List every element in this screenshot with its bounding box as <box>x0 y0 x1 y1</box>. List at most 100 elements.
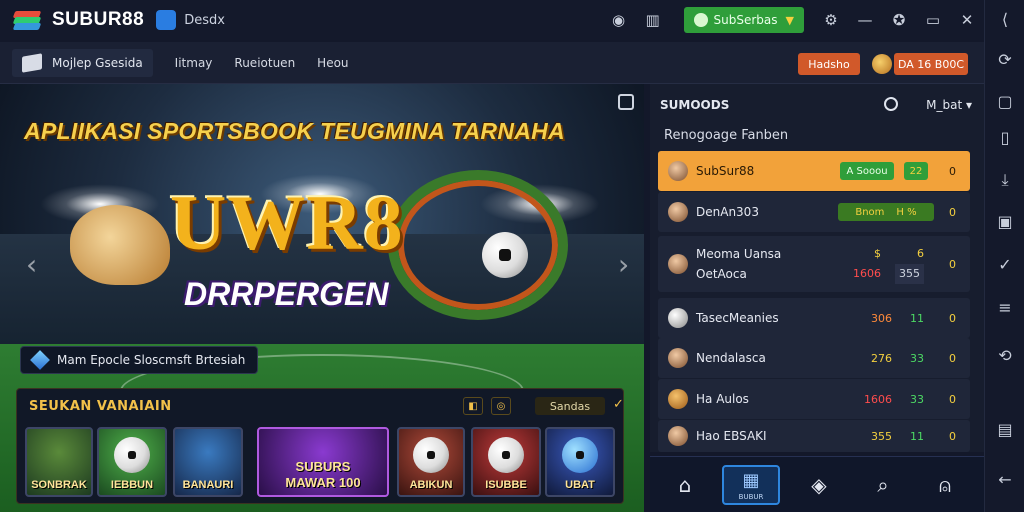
row-chip: A Sooou <box>840 162 894 180</box>
game-card[interactable]: ABIKUN <box>397 427 465 497</box>
list-item[interactable]: Hao EBSAKI 355 11 0 <box>658 420 970 452</box>
row-value-b: 33 <box>910 392 924 406</box>
list-icon[interactable]: ≡ <box>985 298 1024 317</box>
game-card-label: IEBBUN <box>110 479 154 491</box>
row-value: 0 <box>949 164 956 178</box>
message-icon[interactable]: ▤ <box>985 420 1024 439</box>
list-item[interactable]: SubSur88 A Sooou 22 0 <box>658 151 970 191</box>
row-value-a: 355 <box>871 429 892 443</box>
screen-rotate-icon[interactable]: ⟳ <box>985 50 1024 69</box>
row-value: 0 <box>949 429 956 443</box>
nav-home-label: Mojlep Gsesida <box>52 55 143 70</box>
soccer-ball-icon <box>482 232 528 278</box>
row-value-b: 11 <box>910 429 924 443</box>
list-item[interactable]: Ha Aulos 1606 33 0 <box>658 379 970 419</box>
shield-icon <box>693 13 708 27</box>
sync-icon[interactable]: ⟲ <box>985 346 1024 365</box>
soccer-ball-icon <box>114 437 150 473</box>
row-names: Meoma Uansa OetAoca <box>696 247 782 281</box>
collapse-icon[interactable]: ⟨ <box>985 10 1024 29</box>
panel-title: SUMOODS <box>660 98 730 112</box>
check-icon[interactable]: ✓ <box>985 255 1024 274</box>
row-chip: Bnom <box>855 206 885 218</box>
avatar <box>668 254 688 274</box>
store-icon: ▦ <box>742 469 760 491</box>
avatar <box>668 161 688 181</box>
emulator-sidebar: ⟨ ⟳ ▢ ▯ ⤓ ▣ ✓ ≡ ⟲ ▤ ← <box>984 0 1024 512</box>
maximize-icon[interactable]: ▭ <box>916 0 950 40</box>
login-button[interactable]: Hadsho <box>798 53 860 75</box>
search-icon[interactable] <box>884 97 898 111</box>
nav-link-3[interactable]: Heou <box>317 56 348 70</box>
promo-pill-label: Mam Epocle Sloscmsft Brtesiah <box>57 353 246 367</box>
game-card-label: UBAT <box>565 479 595 491</box>
list-item[interactable]: DenAn303 Bnom H % 0 <box>658 192 970 232</box>
list-item[interactable]: TasecMeanies 306 11 0 <box>658 298 970 338</box>
row-name: SubSur88 <box>696 164 755 178</box>
search-icon[interactable]: ⌕ <box>854 465 912 505</box>
fullscreen-icon[interactable] <box>618 94 634 110</box>
balance-button[interactable]: DA 16 B00C <box>894 53 968 75</box>
vip-button[interactable]: SubSerbas ▼ <box>683 7 804 33</box>
home-icon[interactable]: ⌂ <box>656 465 714 505</box>
row-chip-group: Bnom H % <box>838 203 934 221</box>
game-card-label: SONBRAK <box>31 479 87 491</box>
panel-select[interactable]: M_bat ▾ <box>926 98 972 112</box>
tab-desdx[interactable]: Desdx <box>156 10 225 30</box>
title-bar: SUBUR88 Desdx ◉ ▥ SubSerbas ▼ ⚙ — ✪ ▭ ✕ <box>0 0 984 40</box>
row-value: 0 <box>949 392 956 406</box>
tab-label: Desdx <box>184 12 225 28</box>
avatar <box>668 348 688 368</box>
game-card[interactable]: SONBRAK <box>25 427 93 497</box>
row-value-b: 11 <box>910 311 924 325</box>
games-filter[interactable]: Sandas <box>535 397 605 415</box>
logo-ring <box>388 170 568 320</box>
list-item[interactable]: Nendalasca 276 33 0 <box>658 338 970 378</box>
record-screen-icon[interactable]: ▣ <box>985 212 1024 231</box>
minimize-icon[interactable]: — <box>848 0 882 40</box>
game-card[interactable]: BANAURI <box>173 427 243 497</box>
row-chip-2: 22 <box>904 162 928 180</box>
game-card-featured[interactable]: SUBURS MAWAR 100 <box>257 427 389 497</box>
stats-icon[interactable]: ▥ <box>636 0 670 40</box>
game-card-label: SUBURS MAWAR 100 <box>285 459 361 490</box>
game-card[interactable]: ISUBBE <box>471 427 541 497</box>
row-name: DenAn303 <box>696 205 759 219</box>
pin-icon[interactable]: ✪ <box>882 0 916 40</box>
install-icon[interactable]: ⤓ <box>985 170 1024 190</box>
game-card[interactable]: UBAT <box>545 427 615 497</box>
brand: SUBUR88 <box>12 9 144 31</box>
row-name: Nendalasca <box>696 351 766 365</box>
grid-icon[interactable]: ◎ <box>491 397 511 415</box>
prev-icon[interactable]: ◧ <box>463 397 483 415</box>
record-icon[interactable]: ◉ <box>602 0 636 40</box>
next-arrow-icon[interactable]: › <box>618 248 629 281</box>
screenshot-icon[interactable]: ▢ <box>985 92 1024 111</box>
prev-arrow-icon[interactable]: ‹ <box>26 248 37 281</box>
settings-icon[interactable]: ⚙ <box>814 0 848 40</box>
list-item[interactable]: Meoma Uansa OetAoca $1606 6 355 0 <box>658 236 970 292</box>
game-card[interactable]: IEBBUN <box>97 427 167 497</box>
nav-link-1[interactable]: Iitmay <box>175 56 213 70</box>
cube-icon[interactable]: ◈ <box>790 465 848 505</box>
panel-subhead: Renogoage Fanben <box>664 128 789 143</box>
panel-header: SUMOODS M_bat ▾ <box>660 90 978 120</box>
row-values-b: 6 355 <box>895 244 924 284</box>
check-icon[interactable]: ✓ <box>613 397 624 412</box>
promo-pill[interactable]: Mam Epocle Sloscmsft Brtesiah <box>20 346 259 374</box>
close-icon[interactable]: ✕ <box>950 0 984 40</box>
games-section: SEUKAN VANAIAIN ◧ ◎ Sandas ✓ SONBRAK IEB… <box>16 388 624 504</box>
row-values-a: $1606 <box>853 247 881 280</box>
banner-logo: UWR8 <box>170 179 404 266</box>
game-card-label: ABIKUN <box>409 479 453 491</box>
store-tab[interactable]: ▦ BUBUR <box>722 465 780 505</box>
nav-home[interactable]: Mojlep Gsesida <box>12 48 153 77</box>
row-value-a: 276 <box>871 351 892 365</box>
back-icon[interactable]: ← <box>985 470 1024 489</box>
bag-icon[interactable]: ⍝ <box>916 465 974 505</box>
nav-link-2[interactable]: Rueiotuen <box>234 56 295 70</box>
avatar <box>668 202 688 222</box>
copy-icon[interactable]: ▯ <box>985 128 1024 147</box>
soccer-ball-icon <box>668 308 688 328</box>
games-title: SEUKAN VANAIAIN <box>29 399 172 414</box>
